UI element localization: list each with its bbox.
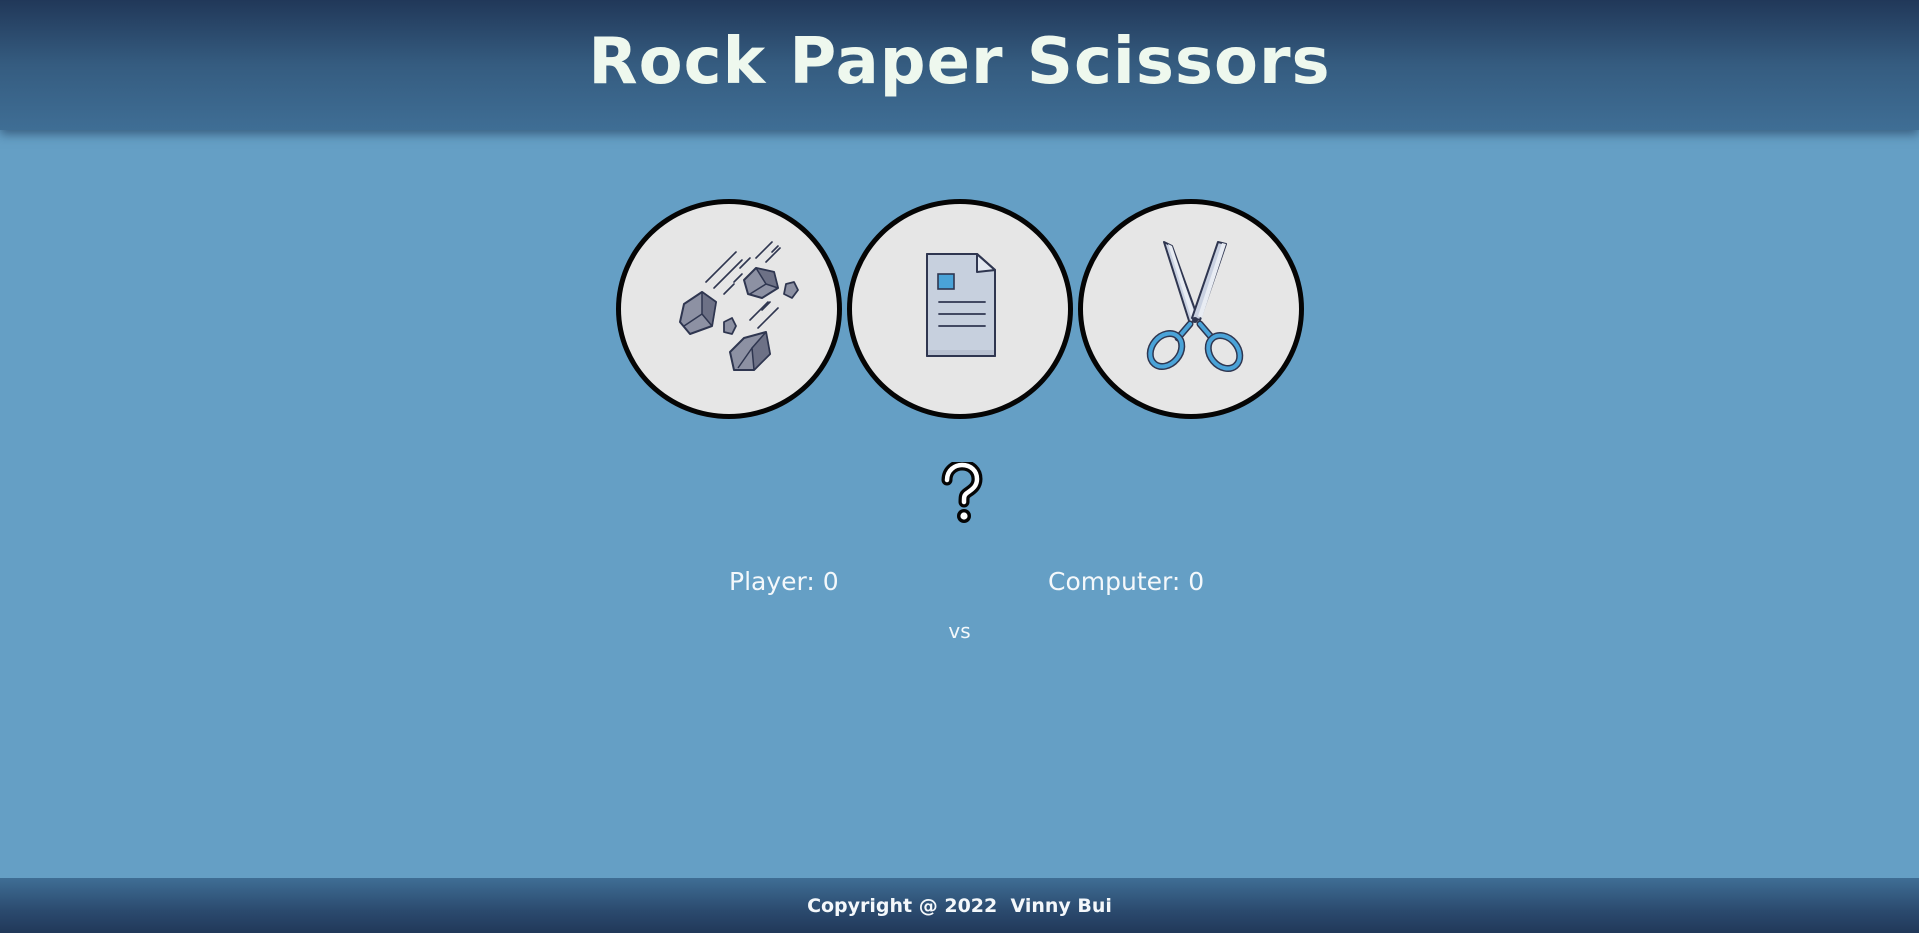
player-score: Player: 0 <box>729 567 839 596</box>
vs-label: vs <box>948 619 971 643</box>
scissors-button[interactable] <box>1077 199 1304 419</box>
paper-icon <box>925 253 996 357</box>
computer-score: Computer: 0 <box>1048 567 1205 596</box>
question-mark-icon <box>941 462 983 523</box>
copyright-text: Copyright @ 2022 Vinny Bui <box>807 894 1112 917</box>
rock-button[interactable] <box>615 199 842 419</box>
page-title: Rock Paper Scissors <box>588 25 1331 99</box>
page-footer: Copyright @ 2022 Vinny Bui <box>0 878 1919 933</box>
choice-buttons <box>0 199 1919 419</box>
paper-button[interactable] <box>846 199 1073 419</box>
rock-icon <box>678 241 799 371</box>
page-header: Rock Paper Scissors <box>0 0 1919 130</box>
scissors-icon <box>1146 241 1243 372</box>
